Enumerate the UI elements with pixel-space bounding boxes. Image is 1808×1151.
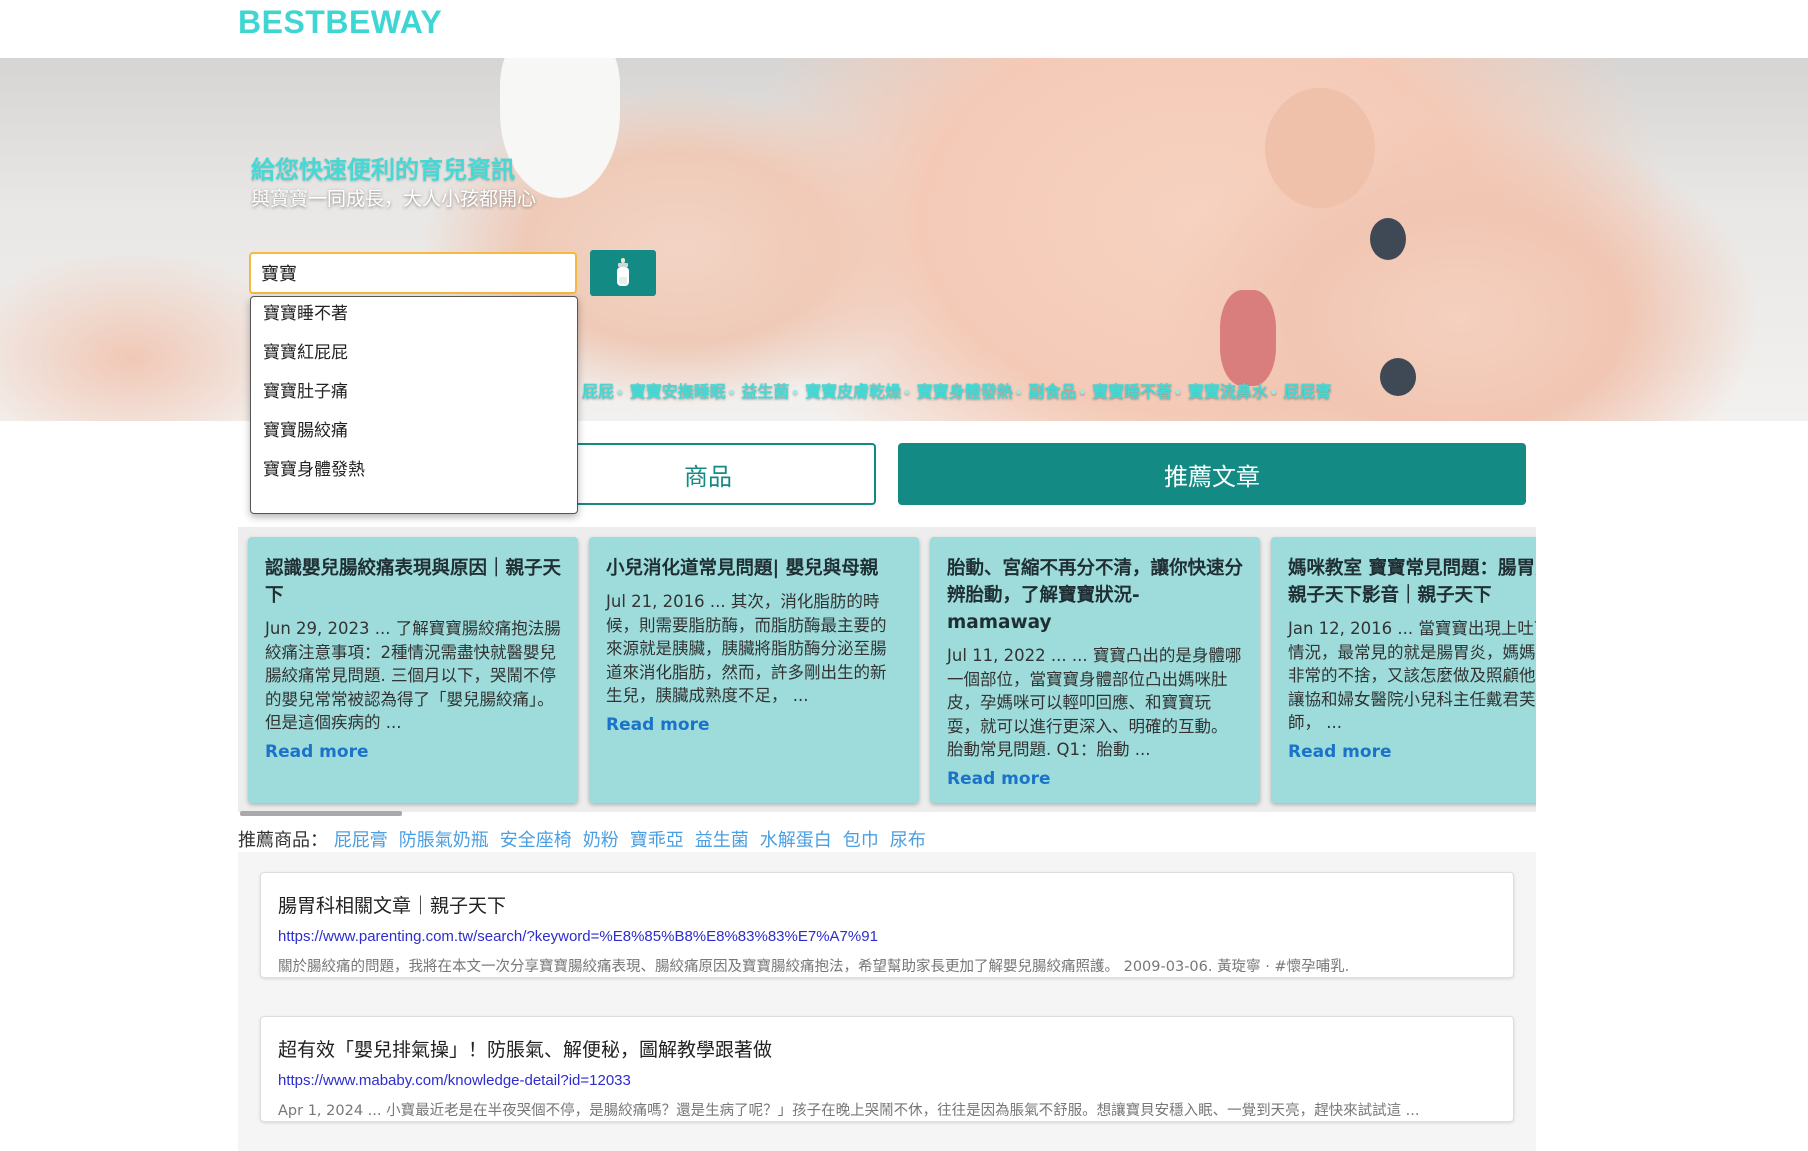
tag-separator: •	[616, 386, 624, 400]
tag-separator: •	[1078, 386, 1087, 400]
hero-image-mouth	[1220, 290, 1276, 386]
result-description: 關於腸絞痛的問題，我將在本文一次分享寶寶腸絞痛表現、腸絞痛原因及寶寶腸絞痛抱法，…	[278, 959, 1350, 975]
tab-products[interactable]: 商品	[540, 443, 876, 505]
top-bar: BESTBEWAY	[0, 0, 1808, 58]
autocomplete-dropdown: 寶寶睡不著 寶寶紅屁屁 寶寶肚子痛 寶寶腸絞痛 寶寶身體發熱	[250, 296, 578, 514]
carousel-scrollbar[interactable]	[240, 811, 402, 816]
card-title[interactable]: 媽咪教室 寶寶常見問題：腸胃炎｜親子天下影音｜親子天下	[1288, 555, 1536, 609]
recommended-product-link[interactable]: 屁屁膏	[334, 830, 388, 851]
recommended-product-link[interactable]: 益生菌	[695, 830, 749, 851]
hero-image-eye	[1380, 358, 1416, 396]
baby-bottle-icon	[617, 258, 629, 286]
result-item[interactable]: 超有效「嬰兒排氣操」！防脹氣、解便秘，圖解教學跟著做 https://www.m…	[260, 1016, 1514, 1122]
hot-tag[interactable]: 寶寶皮膚乾燥	[805, 382, 901, 401]
card-title[interactable]: 小兒消化道常見問題| 嬰兒與母親	[606, 555, 902, 582]
recommended-product-link[interactable]: 寶乖亞	[630, 830, 684, 851]
hot-tag[interactable]: 寶寶身體發熱	[917, 382, 1013, 401]
read-more-link[interactable]: Read more	[947, 769, 1243, 789]
recommended-products: 推薦商品： 屁屁膏 防脹氣奶瓶 安全座椅 奶粉 寶乖亞 益生菌 水解蛋白 包巾 尿布	[238, 826, 937, 852]
card-title[interactable]: 認識嬰兒腸絞痛表現與原因｜親子天下	[265, 555, 561, 609]
hot-tag[interactable]: 益生菌	[741, 382, 789, 401]
hot-tag[interactable]: 寶寶流鼻水	[1188, 382, 1268, 401]
tag-separator: •	[727, 386, 736, 400]
article-card[interactable]: 媽咪教室 寶寶常見問題：腸胃炎｜親子天下影音｜親子天下 Jan 12, 2016…	[1271, 537, 1536, 803]
recommended-product-link[interactable]: 水解蛋白	[760, 830, 832, 851]
logo[interactable]: BESTBEWAY	[238, 4, 442, 41]
hot-tag[interactable]: 屁屁膏	[1284, 382, 1332, 401]
result-title[interactable]: 腸胃科相關文章｜親子天下	[278, 891, 1496, 918]
tag-separator: •	[1174, 386, 1182, 400]
hot-tags: 屁屁 • 寶寶安撫睡眠 • 益生菌 • 寶寶皮膚乾燥 • 寶寶身體發熱 • 副食品 • 寶寶睡不著 • 寶寶…	[582, 378, 1332, 402]
card-snippet: Jul 21, 2016 ... 其次，消化脂肪的時候，則需要脂肪酶，而脂肪酶最…	[606, 592, 887, 705]
read-more-link[interactable]: Read more	[1288, 742, 1536, 762]
hero-subtitle: 與寶寶一同成長，大人小孩都開心	[251, 188, 537, 210]
article-card[interactable]: 胎動、宮縮不再分不清，讓你快速分辨胎動，了解寶寶狀況-mamaway Jul 1…	[930, 537, 1260, 803]
article-card[interactable]: 小兒消化道常見問題| 嬰兒與母親 Jul 21, 2016 ... 其次，消化脂…	[589, 537, 919, 803]
card-snippet: Jan 12, 2016 ... 當寶寶出現上吐下瀉的情況，最常見的就是腸胃炎，…	[1288, 619, 1536, 732]
recommended-product-link[interactable]: 防脹氣奶瓶	[399, 830, 489, 851]
tab-recommended-articles[interactable]: 推薦文章	[898, 443, 1526, 505]
tag-separator: •	[1269, 386, 1278, 400]
autocomplete-item[interactable]: 寶寶肚子痛	[263, 377, 348, 402]
hot-tag[interactable]: 副食品	[1028, 382, 1076, 401]
tag-separator: •	[1014, 386, 1023, 400]
hero-image-ear	[1265, 88, 1375, 208]
autocomplete-item[interactable]: 寶寶紅屁屁	[263, 338, 348, 363]
card-snippet: Jun 29, 2023 ... 了解寶寶腸絞痛抱法腸絞痛注意事項：2種情況需盡…	[265, 619, 561, 732]
recommended-product-link[interactable]: 尿布	[890, 830, 926, 851]
result-url[interactable]: https://www.mababy.com/knowledge-detail?…	[278, 1072, 1496, 1089]
result-item[interactable]: 腸胃科相關文章｜親子天下 https://www.parenting.com.t…	[260, 872, 1514, 978]
tab-products-label: 商品	[684, 462, 732, 491]
recommended-product-link[interactable]: 安全座椅	[500, 830, 572, 851]
hot-tag[interactable]: 寶寶睡不著	[1092, 382, 1172, 401]
search-results: 腸胃科相關文章｜親子天下 https://www.parenting.com.t…	[238, 852, 1536, 1151]
read-more-link[interactable]: Read more	[265, 742, 561, 762]
hero-image-shirt	[500, 58, 620, 198]
tag-separator: •	[903, 386, 911, 400]
article-card[interactable]: 認識嬰兒腸絞痛表現與原因｜親子天下 Jun 29, 2023 ... 了解寶寶腸…	[248, 537, 578, 803]
recommended-product-link[interactable]: 奶粉	[583, 830, 619, 851]
read-more-link[interactable]: Read more	[606, 715, 902, 735]
autocomplete-item[interactable]: 寶寶身體發熱	[263, 455, 365, 480]
autocomplete-item[interactable]: 寶寶睡不著	[263, 299, 348, 324]
card-title[interactable]: 胎動、宮縮不再分不清，讓你快速分辨胎動，了解寶寶狀況-mamaway	[947, 555, 1243, 636]
recommended-label: 推薦商品：	[238, 830, 328, 851]
recommended-product-link[interactable]: 包巾	[843, 830, 879, 851]
hero-title: 給您快速便利的育兒資訊	[251, 156, 515, 184]
tab-articles-label: 推薦文章	[1164, 462, 1260, 491]
hot-tag[interactable]: 寶寶安撫睡眠	[630, 382, 726, 401]
article-carousel[interactable]: 認識嬰兒腸絞痛表現與原因｜親子天下 Jun 29, 2023 ... 了解寶寶腸…	[238, 527, 1536, 812]
result-description: Apr 1, 2024 ... 小寶最近老是在半夜哭個不停，是腸絞痛嗎？還是生病…	[278, 1103, 1420, 1119]
result-url[interactable]: https://www.parenting.com.tw/search/?key…	[278, 928, 1496, 945]
card-snippet: Jul 11, 2022 ... ... 寶寶凸出的是身體哪一個部位，當寶寶身體…	[947, 646, 1242, 759]
hot-tag[interactable]: 屁屁	[582, 382, 614, 401]
hero-image-eye	[1370, 218, 1406, 260]
search-button[interactable]	[590, 250, 656, 296]
search-input[interactable]	[249, 252, 577, 294]
tag-separator: •	[791, 386, 800, 400]
autocomplete-item[interactable]: 寶寶腸絞痛	[263, 416, 348, 441]
result-title[interactable]: 超有效「嬰兒排氣操」！防脹氣、解便秘，圖解教學跟著做	[278, 1035, 1496, 1062]
